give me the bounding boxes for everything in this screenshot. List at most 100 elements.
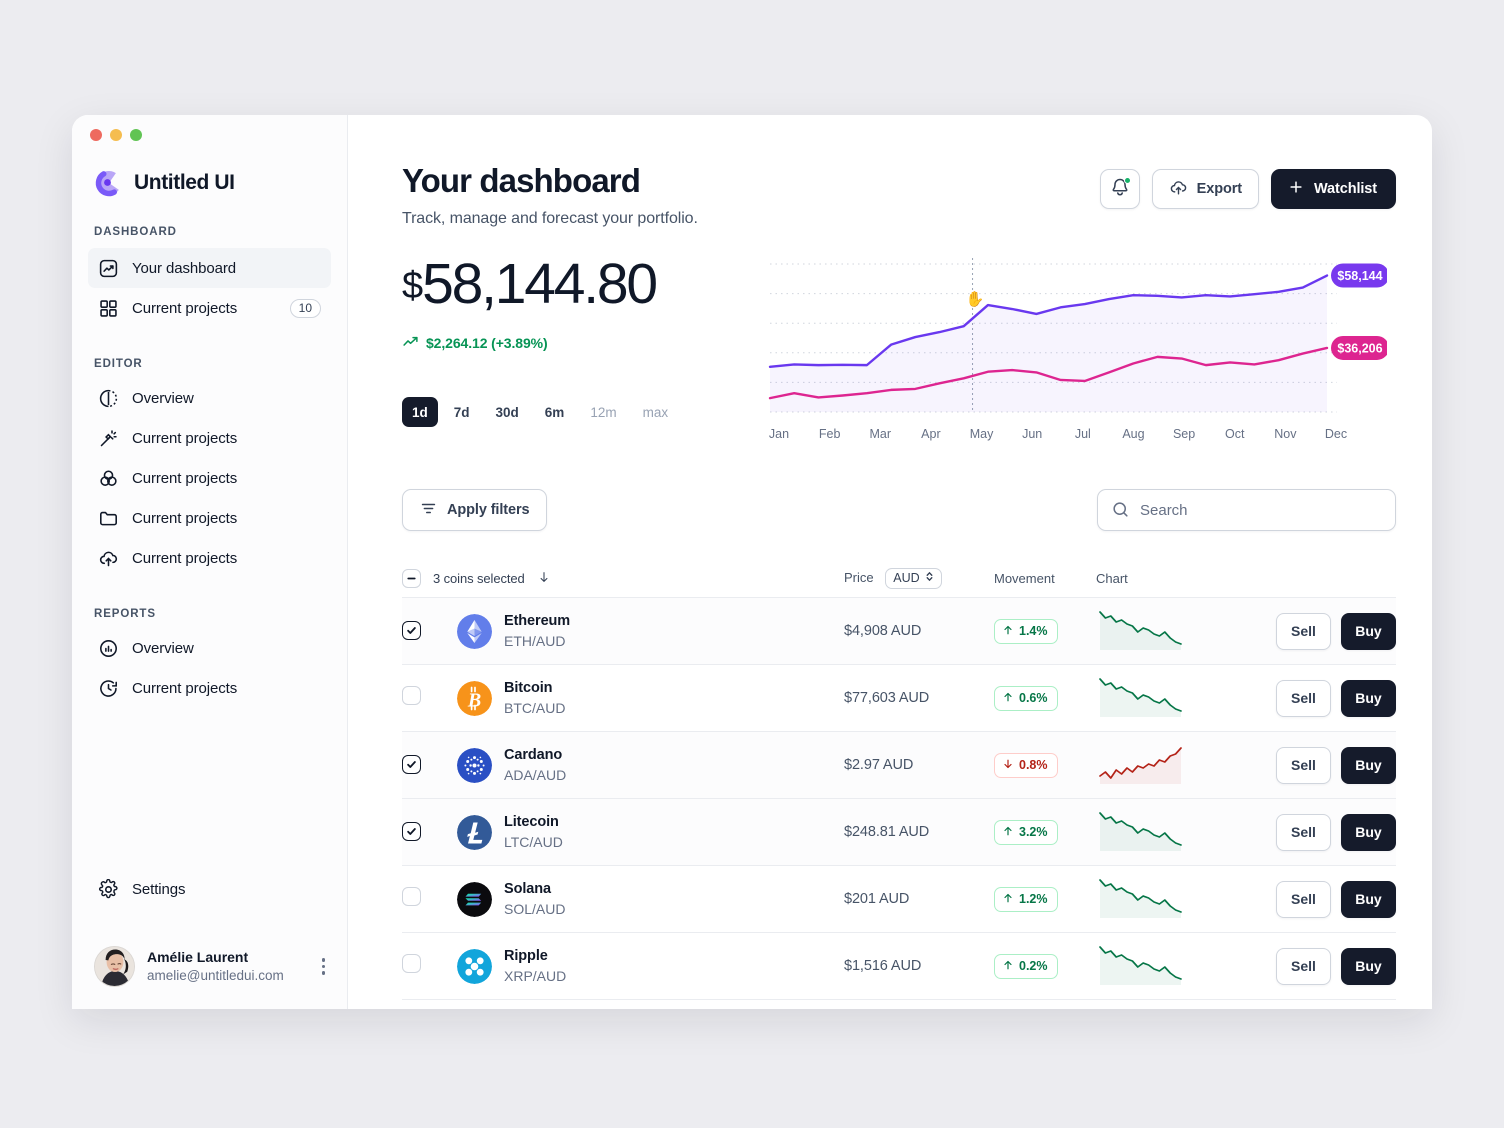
buy-button[interactable]: Buy bbox=[1341, 746, 1396, 784]
table-row[interactable]: Solana SOL/AUD $201 AUD 1.2% Sell Buy bbox=[402, 865, 1396, 932]
row-checkbox[interactable] bbox=[402, 621, 421, 641]
buy-button[interactable]: Buy bbox=[1341, 813, 1396, 851]
sidebar-item-current-projects-clock[interactable]: Current projects bbox=[88, 668, 331, 708]
watchlist-label: Watchlist bbox=[1313, 181, 1377, 197]
notifications-button[interactable] bbox=[1099, 169, 1140, 209]
table-row[interactable]: Stellar XLM/AUD $0.54 AUD 0.9% Sell Buy bbox=[402, 999, 1396, 1009]
range-max[interactable]: max bbox=[633, 397, 679, 427]
search-icon bbox=[1111, 500, 1130, 524]
row-checkbox[interactable] bbox=[402, 954, 421, 974]
buy-button[interactable]: Buy bbox=[1341, 679, 1396, 717]
portfolio-chart[interactable]: Jan Feb Mar Apr May Jun Jul Aug Sep Oct Nov Dec $58,… bbox=[762, 256, 1396, 451]
sell-button[interactable]: Sell bbox=[1276, 612, 1331, 650]
user-profile[interactable]: Amélie Laurent amelie@untitledui.com bbox=[94, 946, 329, 987]
coin-pair: ETH/AUD bbox=[504, 632, 566, 649]
sparkline-chart bbox=[1099, 678, 1182, 718]
row-checkbox[interactable] bbox=[402, 686, 421, 706]
range-6m[interactable]: 6m bbox=[535, 397, 575, 427]
sidebar-section-label: REPORTS bbox=[94, 608, 156, 620]
coin-cell: Solana SOL/AUD bbox=[402, 880, 844, 918]
sidebar-item-overview[interactable]: Overview bbox=[88, 378, 331, 418]
sell-button[interactable]: Sell bbox=[1276, 746, 1331, 784]
row-checkbox[interactable] bbox=[402, 755, 421, 775]
sidebar-item-current-projects[interactable]: Current projects 10 bbox=[88, 288, 331, 328]
main-content: Your dashboard Track, manage and forecas… bbox=[348, 115, 1432, 1009]
buy-button[interactable]: Buy bbox=[1341, 947, 1396, 985]
sidebar-item-current-projects-folder[interactable]: Current projects bbox=[88, 498, 331, 538]
cloud-upload-icon bbox=[1169, 178, 1188, 201]
table-row[interactable]: Ripple XRP/AUD $1,516 AUD 0.2% Sell Buy bbox=[402, 932, 1396, 999]
sidebar-item-your-dashboard[interactable]: Your dashboard bbox=[88, 248, 331, 288]
coin-name: Bitcoin bbox=[504, 680, 553, 697]
range-7d[interactable]: 7d bbox=[444, 397, 480, 427]
coin-name: Solana bbox=[504, 881, 551, 898]
coin-cell: Ripple XRP/AUD bbox=[402, 947, 844, 985]
svg-text:Jun: Jun bbox=[1022, 427, 1042, 441]
column-chart: Chart bbox=[1096, 570, 1128, 586]
range-30d[interactable]: 30d bbox=[486, 397, 529, 427]
sell-button[interactable]: Sell bbox=[1276, 813, 1331, 851]
arrow-up-icon bbox=[1002, 691, 1014, 706]
sparkline-chart bbox=[1099, 611, 1182, 651]
coin-sparkline bbox=[1096, 811, 1228, 853]
table-row[interactable]: B Bitcoin BTC/AUD $77,603 AUD 0.6% Sell … bbox=[402, 664, 1396, 731]
apply-filters-button[interactable]: Apply filters bbox=[402, 489, 547, 532]
sparkline-chart bbox=[1099, 946, 1182, 986]
coin-pair: ADA/AUD bbox=[504, 766, 567, 783]
row-checkbox[interactable] bbox=[402, 822, 421, 842]
sidebar-item-current-projects-venn[interactable]: Current projects bbox=[88, 458, 331, 498]
row-actions: Sell Buy bbox=[1228, 746, 1396, 784]
search-input[interactable] bbox=[1097, 489, 1396, 532]
buy-button[interactable]: Buy bbox=[1341, 880, 1396, 918]
sidebar-item-current-projects-wand[interactable]: Current projects bbox=[88, 418, 331, 458]
search-field bbox=[1097, 489, 1396, 532]
table-row[interactable]: Ethereum ETH/AUD $4,908 AUD 1.4% Sell Bu… bbox=[402, 597, 1396, 665]
sidebar-item-current-projects-upload[interactable]: Current projects bbox=[88, 538, 331, 578]
portfolio-amount: 58,144.80 bbox=[422, 252, 658, 317]
venn-circles-icon bbox=[98, 468, 119, 489]
watchlist-button[interactable]: Watchlist bbox=[1270, 169, 1396, 209]
page-title: Your dashboard bbox=[402, 162, 641, 199]
coin-name: Ripple bbox=[504, 948, 548, 965]
sidebar-item-label: Current projects bbox=[132, 549, 238, 567]
arrow-down-icon[interactable] bbox=[537, 570, 551, 587]
sidebar-item-settings[interactable]: Settings bbox=[88, 869, 331, 909]
arrow-up-icon bbox=[1002, 624, 1014, 639]
movement-value: 0.8% bbox=[1019, 758, 1048, 773]
sidebar-section-label: DASHBOARD bbox=[94, 226, 177, 238]
buy-button[interactable]: Buy bbox=[1341, 612, 1396, 650]
coin-sparkline bbox=[1096, 744, 1228, 786]
table-row[interactable]: Litecoin LTC/AUD $248.81 AUD 3.2% Sell B… bbox=[402, 798, 1396, 866]
sell-button[interactable]: Sell bbox=[1276, 947, 1331, 985]
table-row[interactable]: Cardano ADA/AUD $2.97 AUD 0.8% Sell Buy bbox=[402, 731, 1396, 799]
coin-pair: SOL/AUD bbox=[504, 900, 566, 917]
coin-cell: Litecoin LTC/AUD bbox=[402, 813, 844, 851]
brand[interactable]: Untitled UI bbox=[72, 141, 347, 198]
chart-trend-icon bbox=[98, 258, 119, 279]
select-all-checkbox[interactable] bbox=[402, 568, 421, 588]
range-12m[interactable]: 12m bbox=[580, 397, 626, 427]
contrast-circle-icon bbox=[98, 388, 119, 409]
trend-up-icon bbox=[402, 333, 419, 353]
row-checkbox[interactable] bbox=[402, 887, 421, 907]
bitcoin-logo: B bbox=[457, 680, 492, 716]
maximize-icon[interactable] bbox=[130, 129, 142, 141]
currency-select[interactable]: AUD bbox=[885, 567, 942, 589]
profile-menu-icon[interactable] bbox=[318, 954, 330, 979]
chevron-updown-icon bbox=[924, 571, 935, 585]
range-1d[interactable]: 1d bbox=[402, 397, 438, 428]
close-icon[interactable] bbox=[90, 129, 102, 141]
row-actions: Sell Buy bbox=[1228, 880, 1396, 918]
portfolio-value: $58,144.80 bbox=[402, 256, 762, 313]
coin-movement: 1.2% bbox=[994, 886, 1096, 912]
export-button[interactable]: Export bbox=[1151, 169, 1259, 209]
sell-button[interactable]: Sell bbox=[1276, 880, 1331, 918]
sidebar-item-reports-overview[interactable]: Overview bbox=[88, 628, 331, 668]
sell-button[interactable]: Sell bbox=[1276, 679, 1331, 717]
minimize-icon[interactable] bbox=[110, 129, 122, 141]
movement-badge: 1.2% bbox=[994, 886, 1058, 912]
window-traffic-lights bbox=[72, 115, 347, 141]
coin-cell: Cardano ADA/AUD bbox=[402, 746, 844, 784]
portfolio-chart-svg[interactable]: Jan Feb Mar Apr May Jun Jul Aug Sep Oct Nov Dec $58,… bbox=[762, 256, 1389, 446]
coin-movement: 0.6% bbox=[994, 685, 1096, 711]
